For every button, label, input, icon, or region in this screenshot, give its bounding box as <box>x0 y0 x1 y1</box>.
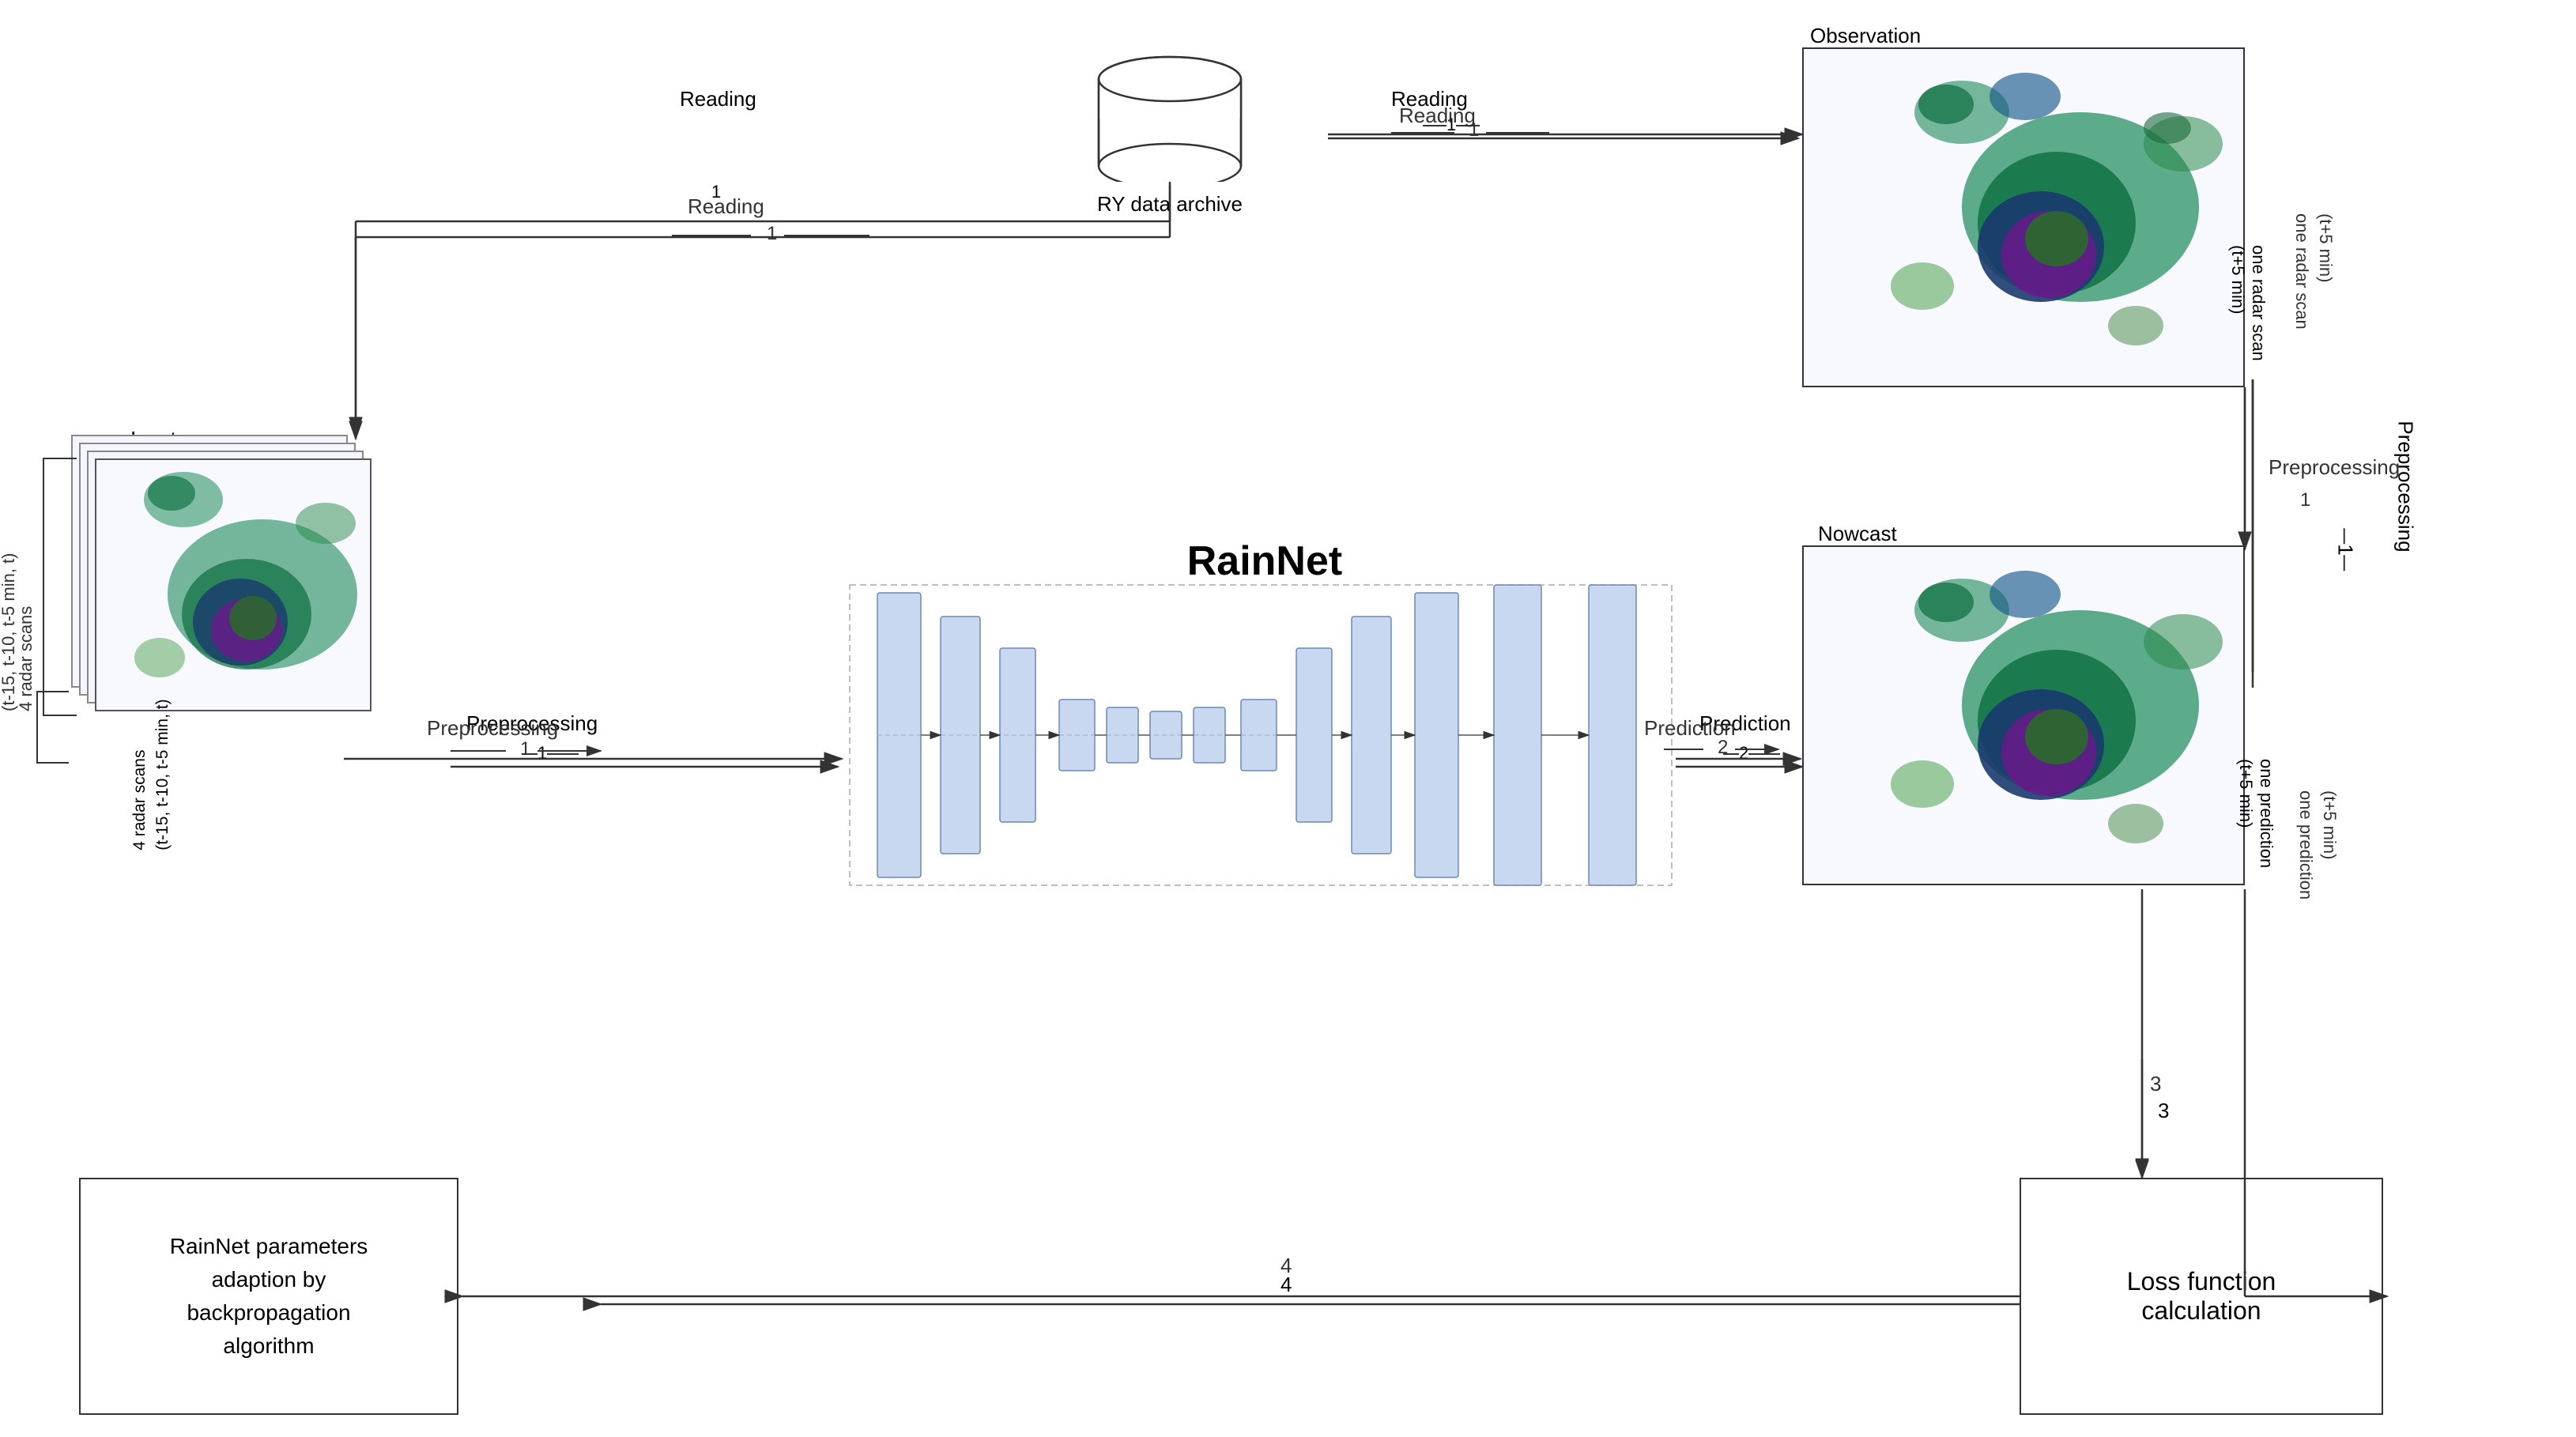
db-label: RY data archive <box>1091 192 1249 217</box>
prediction-step: 2 <box>1723 743 1780 764</box>
reading-label-2: Reading <box>1391 87 1468 111</box>
step3-label: 3 <box>2158 1099 2169 1123</box>
step4-label: 4 <box>1280 1273 1292 1297</box>
backprop-text: RainNet parameters adaption by backpropa… <box>170 1230 368 1363</box>
svg-text:(t+5 min): (t+5 min) <box>2316 213 2336 282</box>
svg-text:3: 3 <box>2150 1072 2161 1096</box>
backprop-box: RainNet parameters adaption by backpropa… <box>79 1178 458 1415</box>
bracket-label <box>33 688 81 771</box>
preprocessing-label: Preprocessing <box>466 711 598 736</box>
svg-text:Preprocessing: Preprocessing <box>2269 455 2400 479</box>
preprocessing-vertical-num: 1 <box>2333 528 2358 571</box>
one-prediction-label: one prediction (t+5 min) <box>2235 759 2276 868</box>
reading-num-1: 1 <box>711 182 721 202</box>
loss-function-box: Loss function calculation <box>2020 1178 2383 1415</box>
preprocessing-step: 1 <box>522 743 579 764</box>
svg-text:one prediction: one prediction <box>2296 790 2316 900</box>
observation-label: Observation <box>1810 24 1921 48</box>
svg-text:Reading: Reading <box>688 194 764 218</box>
svg-text:(t+5 min): (t+5 min) <box>2320 790 2340 859</box>
db-cylinder: RY data archive <box>1091 47 1249 217</box>
svg-text:1: 1 <box>2300 489 2310 511</box>
one-radar-scan-label: one radar scan (t+5 min) <box>2227 245 2269 361</box>
nowcast-image <box>1802 545 2245 885</box>
nowcast-label: Nowcast <box>1818 522 1897 546</box>
prediction-label: Prediction <box>1699 711 1791 736</box>
loss-function-text: Loss function calculation <box>2127 1267 2276 1326</box>
reading-label-1: Reading <box>680 87 756 111</box>
preprocessing-vertical-label: Preprocessing <box>2393 421 2418 552</box>
svg-text:1: 1 <box>767 223 777 244</box>
svg-text:one radar scan: one radar scan <box>2292 213 2312 330</box>
observation-image <box>1802 47 2245 387</box>
reading-num-2: 1 <box>1423 115 1480 135</box>
input-scans-label: 4 radar scans (t-15, t-10, t-5 min, t) <box>128 699 175 850</box>
neural-network <box>846 577 1676 893</box>
svg-text:(t-15, t-10, t-5 min, t): (t-15, t-10, t-5 min, t) <box>0 553 18 712</box>
